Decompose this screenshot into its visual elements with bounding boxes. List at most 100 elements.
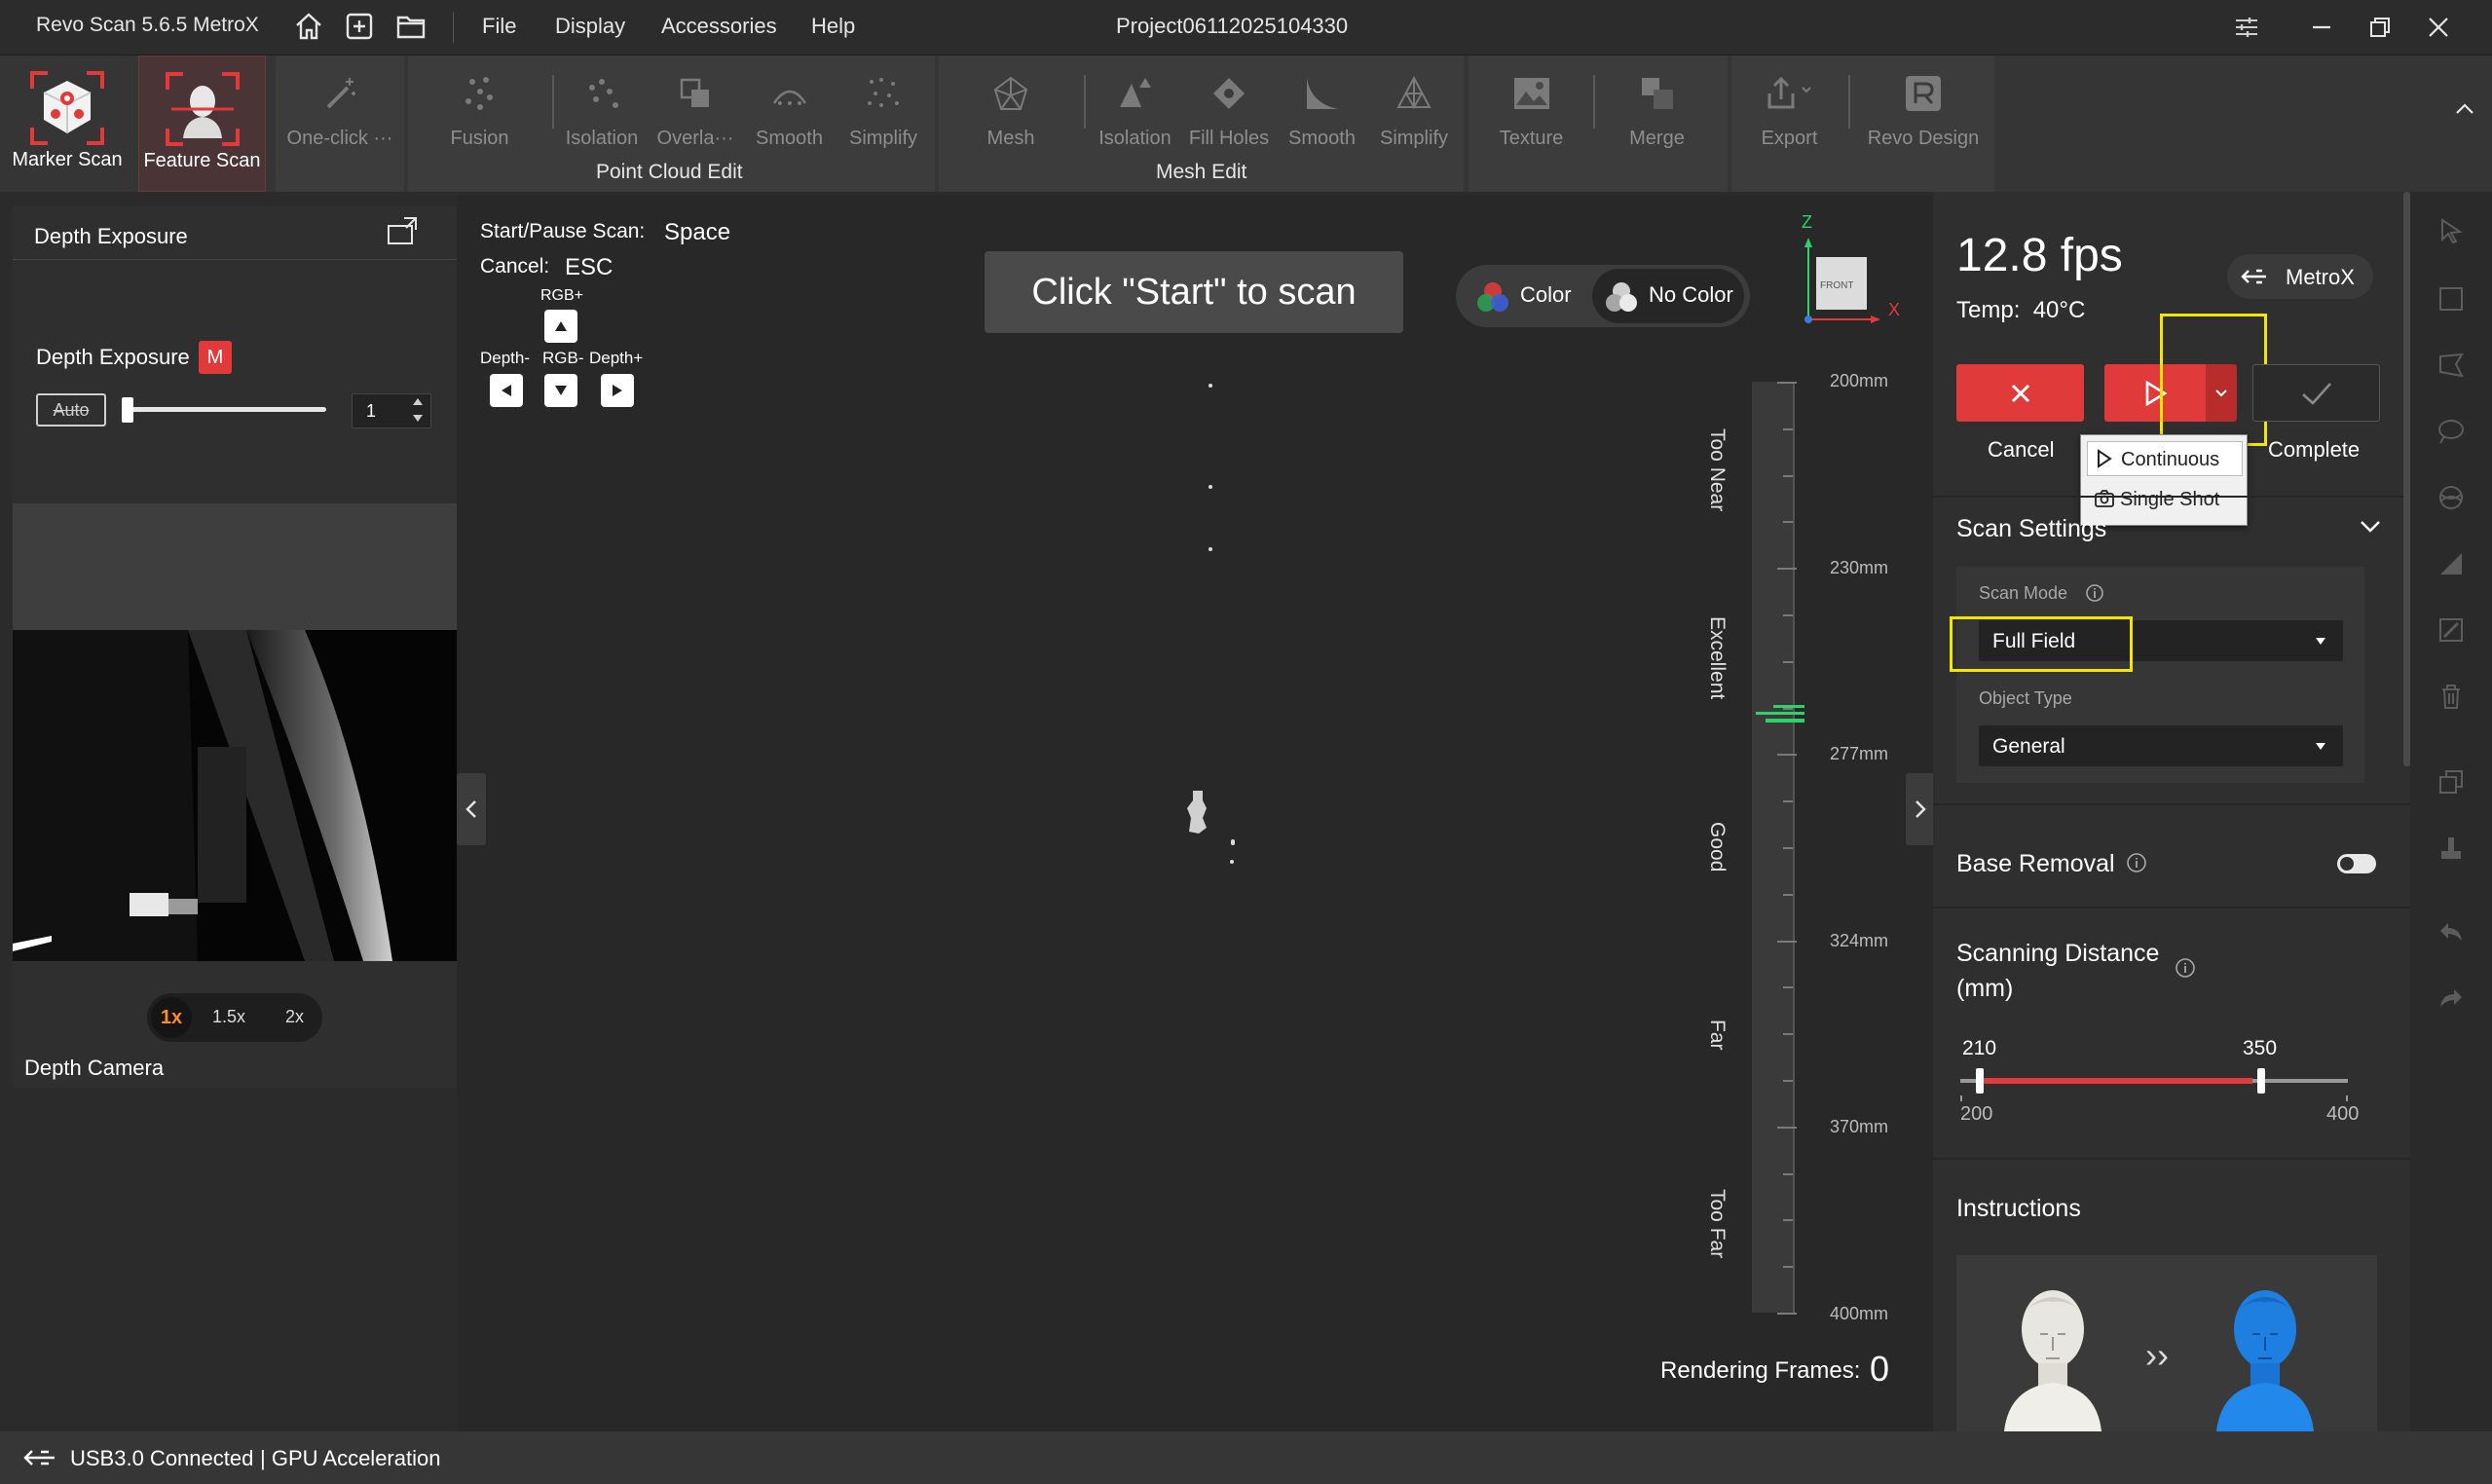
delete-trash-icon[interactable] xyxy=(2432,677,2471,716)
exposure-slider[interactable] xyxy=(122,407,326,412)
device-button[interactable]: MetroX xyxy=(2227,254,2373,299)
gauge-tick xyxy=(1783,1266,1793,1268)
menu-help[interactable]: Help xyxy=(811,14,855,39)
collapse-right-panel-button[interactable] xyxy=(1906,773,1935,845)
new-project-icon[interactable] xyxy=(343,10,376,43)
exposure-slider-handle[interactable] xyxy=(122,397,133,423)
scan-viewport[interactable]: Start/Pause Scan: Space Cancel: ESC RGB+… xyxy=(457,195,1933,1431)
no-color-icon xyxy=(1604,280,1639,314)
exposure-spinbox[interactable]: 1 xyxy=(352,393,431,428)
spin-down-icon[interactable] xyxy=(413,415,423,422)
range-high-handle[interactable] xyxy=(2257,1068,2265,1094)
zoom-2x[interactable]: 2x xyxy=(285,1007,304,1027)
menu-file[interactable]: File xyxy=(482,14,516,39)
lasso-select-icon[interactable] xyxy=(2432,346,2471,385)
range-low-value: 210 xyxy=(1962,1037,1997,1059)
revo-design-button[interactable]: Revo Design xyxy=(1860,56,1987,192)
mesh-button[interactable]: Mesh xyxy=(962,56,1060,192)
collapse-toolbar-icon[interactable] xyxy=(2450,94,2479,124)
rgb-plus-key xyxy=(544,310,577,343)
invert-select-icon[interactable] xyxy=(2432,611,2471,649)
menu-item-continuous[interactable]: Continuous xyxy=(2087,441,2243,476)
select-pointer-icon[interactable] xyxy=(2432,211,2471,250)
depth-camera-preview xyxy=(13,630,457,961)
close-icon[interactable] xyxy=(2419,10,2458,45)
minimize-icon[interactable] xyxy=(2302,10,2341,45)
collapse-scan-settings-icon[interactable] xyxy=(2358,517,2383,537)
gauge-tick xyxy=(1783,847,1793,849)
rendering-frames-value: 0 xyxy=(1870,1349,1890,1389)
auto-exposure-button[interactable]: Auto xyxy=(36,393,106,427)
home-icon[interactable] xyxy=(292,10,325,43)
restore-icon[interactable] xyxy=(2361,10,2399,45)
feature-scan-label: Feature Scan xyxy=(143,150,261,171)
duplicate-icon[interactable] xyxy=(2432,762,2471,801)
pc-isolation-icon xyxy=(576,67,628,120)
fusion-button[interactable]: Fusion xyxy=(428,56,531,192)
gauge-tick xyxy=(1777,382,1797,384)
gauge-tick xyxy=(1783,1173,1793,1175)
magic-wand-icon xyxy=(314,67,366,120)
distance-tick-324: 324mm xyxy=(1830,931,1889,950)
menu-accessories[interactable]: Accessories xyxy=(661,14,777,39)
instructions-image: ›› xyxy=(1956,1255,2377,1431)
scan-mode-info-icon[interactable] xyxy=(2085,583,2104,603)
range-min-label: 200 xyxy=(1960,1103,1993,1125)
exposure-label: Depth Exposure xyxy=(36,345,190,369)
measure-stamp-icon[interactable] xyxy=(2432,829,2471,868)
undock-icon[interactable] xyxy=(385,214,420,249)
color-icon xyxy=(1475,280,1510,314)
distance-tick-200: 200mm xyxy=(1830,371,1889,390)
merge-button[interactable]: Merge xyxy=(1611,56,1703,192)
menu-display[interactable]: Display xyxy=(555,14,625,39)
shortcut-start-label: Start/Pause Scan: xyxy=(480,220,646,242)
menu-item-single-shot[interactable]: Single Shot xyxy=(2087,482,2243,517)
export-button[interactable]: Export xyxy=(1743,56,1836,192)
undo-icon[interactable] xyxy=(2432,912,2471,951)
cancel-scan-button[interactable] xyxy=(1956,364,2084,422)
mesh-smooth-button[interactable]: Smooth xyxy=(1276,56,1368,192)
base-removal-toggle[interactable] xyxy=(2337,854,2376,873)
zoom-1x[interactable]: 1x xyxy=(151,997,192,1038)
spin-up-icon[interactable] xyxy=(413,398,423,405)
base-removal-info-icon[interactable] xyxy=(2126,852,2147,873)
feature-scan-button[interactable]: Feature Scan xyxy=(138,56,266,192)
mesh-simplify-button[interactable]: Simplify xyxy=(1368,56,1460,192)
mesh-smooth-icon xyxy=(1296,67,1349,120)
zone-far: Far xyxy=(1706,1020,1729,1051)
usb-icon xyxy=(23,1446,58,1469)
exposure-mode-badge[interactable]: M xyxy=(199,341,232,374)
open-folder-icon[interactable] xyxy=(394,10,428,43)
zone-too-near: Too Near xyxy=(1706,428,1729,512)
pc-simplify-button[interactable]: Simplify xyxy=(837,56,929,192)
point-cloud-edit-label: Point Cloud Edit xyxy=(596,161,743,183)
texture-button[interactable]: Texture xyxy=(1485,56,1578,192)
connected-select-icon[interactable] xyxy=(2432,478,2471,517)
marker-scan-icon xyxy=(26,67,108,149)
object-type-select[interactable]: General xyxy=(1979,725,2343,766)
gauge-tick xyxy=(1777,941,1797,943)
one-click-button[interactable]: One-click ··· xyxy=(276,56,404,192)
fill-holes-label: Fill Holes xyxy=(1188,128,1270,149)
complete-scan-button[interactable] xyxy=(2252,364,2380,422)
pc-smooth-label: Smooth xyxy=(756,128,823,149)
shortcut-cancel-label: Cancel: xyxy=(480,255,550,278)
plane-cut-icon[interactable] xyxy=(2432,544,2471,583)
range-low-handle[interactable] xyxy=(1976,1068,1984,1094)
settings-sliders-icon[interactable] xyxy=(2227,10,2266,45)
brush-select-icon[interactable] xyxy=(2432,412,2471,451)
axis-gizmo[interactable] xyxy=(1801,212,1898,329)
redo-icon[interactable] xyxy=(2432,979,2471,1018)
rect-select-icon[interactable] xyxy=(2432,279,2471,318)
marker-scan-button[interactable]: Marker Scan xyxy=(0,56,134,192)
collapse-left-panel-button[interactable] xyxy=(457,773,486,845)
right-panel-scrollbar[interactable] xyxy=(2403,192,2410,766)
rendering-frames-label: Rendering Frames: xyxy=(1660,1357,1861,1384)
gauge-tick xyxy=(1777,1127,1797,1129)
object-type-label: Object Type xyxy=(1979,688,2072,708)
color-option[interactable]: Color xyxy=(1520,282,1572,308)
zoom-1-5x[interactable]: 1.5x xyxy=(212,1007,245,1027)
pc-smooth-button[interactable]: Smooth xyxy=(743,56,836,192)
scanning-distance-info-icon[interactable] xyxy=(2175,957,2196,979)
status-bar: USB3.0 Connected | GPU Acceleration xyxy=(0,1431,2492,1484)
